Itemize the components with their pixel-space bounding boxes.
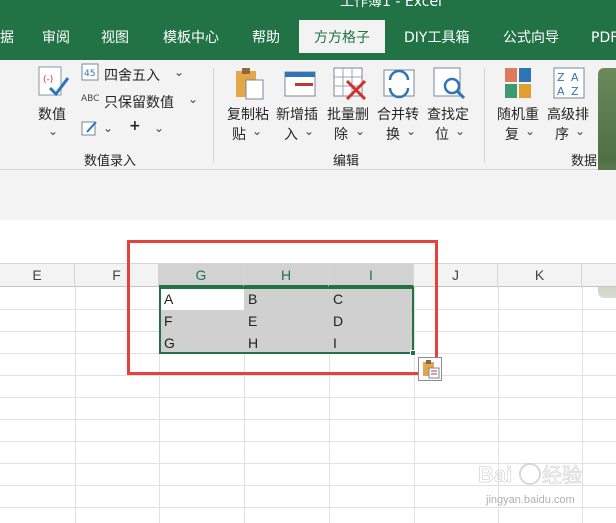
- plus-chevron-icon[interactable]: ⌄: [154, 121, 164, 135]
- numeric-group-label: 数值录入: [84, 154, 137, 169]
- plus-button[interactable]: +: [129, 118, 141, 134]
- insert-button[interactable]: 新增插: [276, 104, 318, 124]
- insert-chevron-icon[interactable]: ⌄: [304, 124, 314, 138]
- highlight-annotation-box: [127, 240, 438, 375]
- batch-delete-chevron-icon[interactable]: ⌄: [355, 124, 365, 138]
- merge-convert-line2: 换: [386, 127, 400, 143]
- copy-paste-button[interactable]: 复制粘: [227, 104, 269, 124]
- merge-convert-button[interactable]: 合并转: [377, 104, 419, 124]
- round-chevron-icon[interactable]: ⌄: [174, 65, 184, 79]
- numeric-value-button[interactable]: 数值: [38, 104, 66, 124]
- chevron-down-icon[interactable]: ⌄: [48, 124, 58, 138]
- merge-convert-icon[interactable]: [382, 66, 416, 100]
- keep-values-chevron-icon[interactable]: ⌄: [188, 92, 198, 106]
- ribbon-separator: [484, 68, 485, 163]
- data-group-label: 数据: [571, 154, 598, 169]
- grid-line: [75, 287, 76, 523]
- keep-values-button[interactable]: 只保留数值: [104, 92, 174, 112]
- advanced-sort-chevron-icon[interactable]: ⌄: [575, 124, 585, 138]
- merge-convert-chevron-icon[interactable]: ⌄: [406, 124, 416, 138]
- svg-text:(-): (-): [43, 75, 53, 85]
- tab-formula-wizard[interactable]: 公式向导: [503, 27, 559, 60]
- grid-line: [0, 375, 616, 376]
- grid-line: [0, 419, 616, 420]
- advanced-sort-button[interactable]: 高级排: [547, 104, 589, 124]
- advanced-sort-line2: 序: [555, 127, 569, 143]
- insert-icon[interactable]: [283, 66, 317, 100]
- svg-text:Z: Z: [557, 71, 565, 84]
- copy-paste-line2: 贴: [232, 127, 246, 143]
- find-locate-chevron-icon[interactable]: ⌄: [455, 124, 465, 138]
- round-icon: 45: [81, 63, 99, 81]
- edit-chevron-icon[interactable]: ⌄: [103, 121, 113, 135]
- tab-template-center[interactable]: 模板中心: [163, 27, 219, 60]
- paste-options-icon[interactable]: [418, 357, 442, 381]
- column-header-k[interactable]: K: [498, 264, 582, 287]
- svg-text:A: A: [571, 71, 579, 84]
- tab-review[interactable]: 审阅: [42, 27, 70, 60]
- paste-icon[interactable]: [232, 66, 266, 100]
- random-repeat-button[interactable]: 随机重: [497, 104, 539, 124]
- batch-delete-button[interactable]: 批量删: [327, 104, 369, 124]
- grid-line: [0, 397, 616, 398]
- window-title: 工作簿1 - Excel: [340, 0, 442, 10]
- abc-icon: ABC: [81, 94, 100, 104]
- ribbon-separator: [213, 68, 214, 163]
- ribbon-bottom-area: [0, 170, 616, 220]
- round-button[interactable]: 四舍五入: [104, 65, 160, 85]
- random-repeat-icon[interactable]: [502, 66, 536, 100]
- tab-pdf[interactable]: PDF: [591, 27, 616, 60]
- insert-line2: 入: [284, 127, 298, 143]
- tab-fangfang-gezi[interactable]: 方方格子: [299, 20, 385, 53]
- column-header-e[interactable]: E: [0, 264, 75, 287]
- svg-text:Bai: Bai: [478, 462, 512, 487]
- grid-line: [0, 441, 616, 442]
- batch-delete-icon[interactable]: [332, 66, 367, 101]
- edit-group-label: 编辑: [333, 154, 360, 169]
- svg-text:A: A: [557, 85, 565, 98]
- copy-paste-chevron-icon[interactable]: ⌄: [252, 124, 262, 138]
- batch-delete-line2: 除: [334, 127, 348, 143]
- svg-text:经验: 经验: [542, 463, 582, 487]
- edit-cell-icon[interactable]: [81, 119, 99, 137]
- svg-text:45: 45: [84, 69, 95, 79]
- random-repeat-line2: 复: [505, 127, 519, 143]
- random-repeat-chevron-icon[interactable]: ⌄: [525, 124, 535, 138]
- numeric-value-icon[interactable]: (-): [36, 66, 70, 100]
- find-locate-line2: 位: [435, 127, 449, 143]
- tab-help[interactable]: 帮助: [252, 27, 280, 60]
- tab-data[interactable]: 据: [0, 27, 14, 60]
- find-locate-button[interactable]: 查找定: [427, 104, 469, 124]
- find-locate-icon[interactable]: [432, 66, 466, 100]
- watermark-url: jingyan.baidu.com: [486, 494, 575, 506]
- svg-text:Z: Z: [571, 85, 579, 98]
- tab-diy-toolbox[interactable]: DIY工具箱: [404, 27, 469, 60]
- advanced-sort-icon[interactable]: ZAAZ: [552, 66, 586, 100]
- tab-view[interactable]: 视图: [101, 27, 129, 60]
